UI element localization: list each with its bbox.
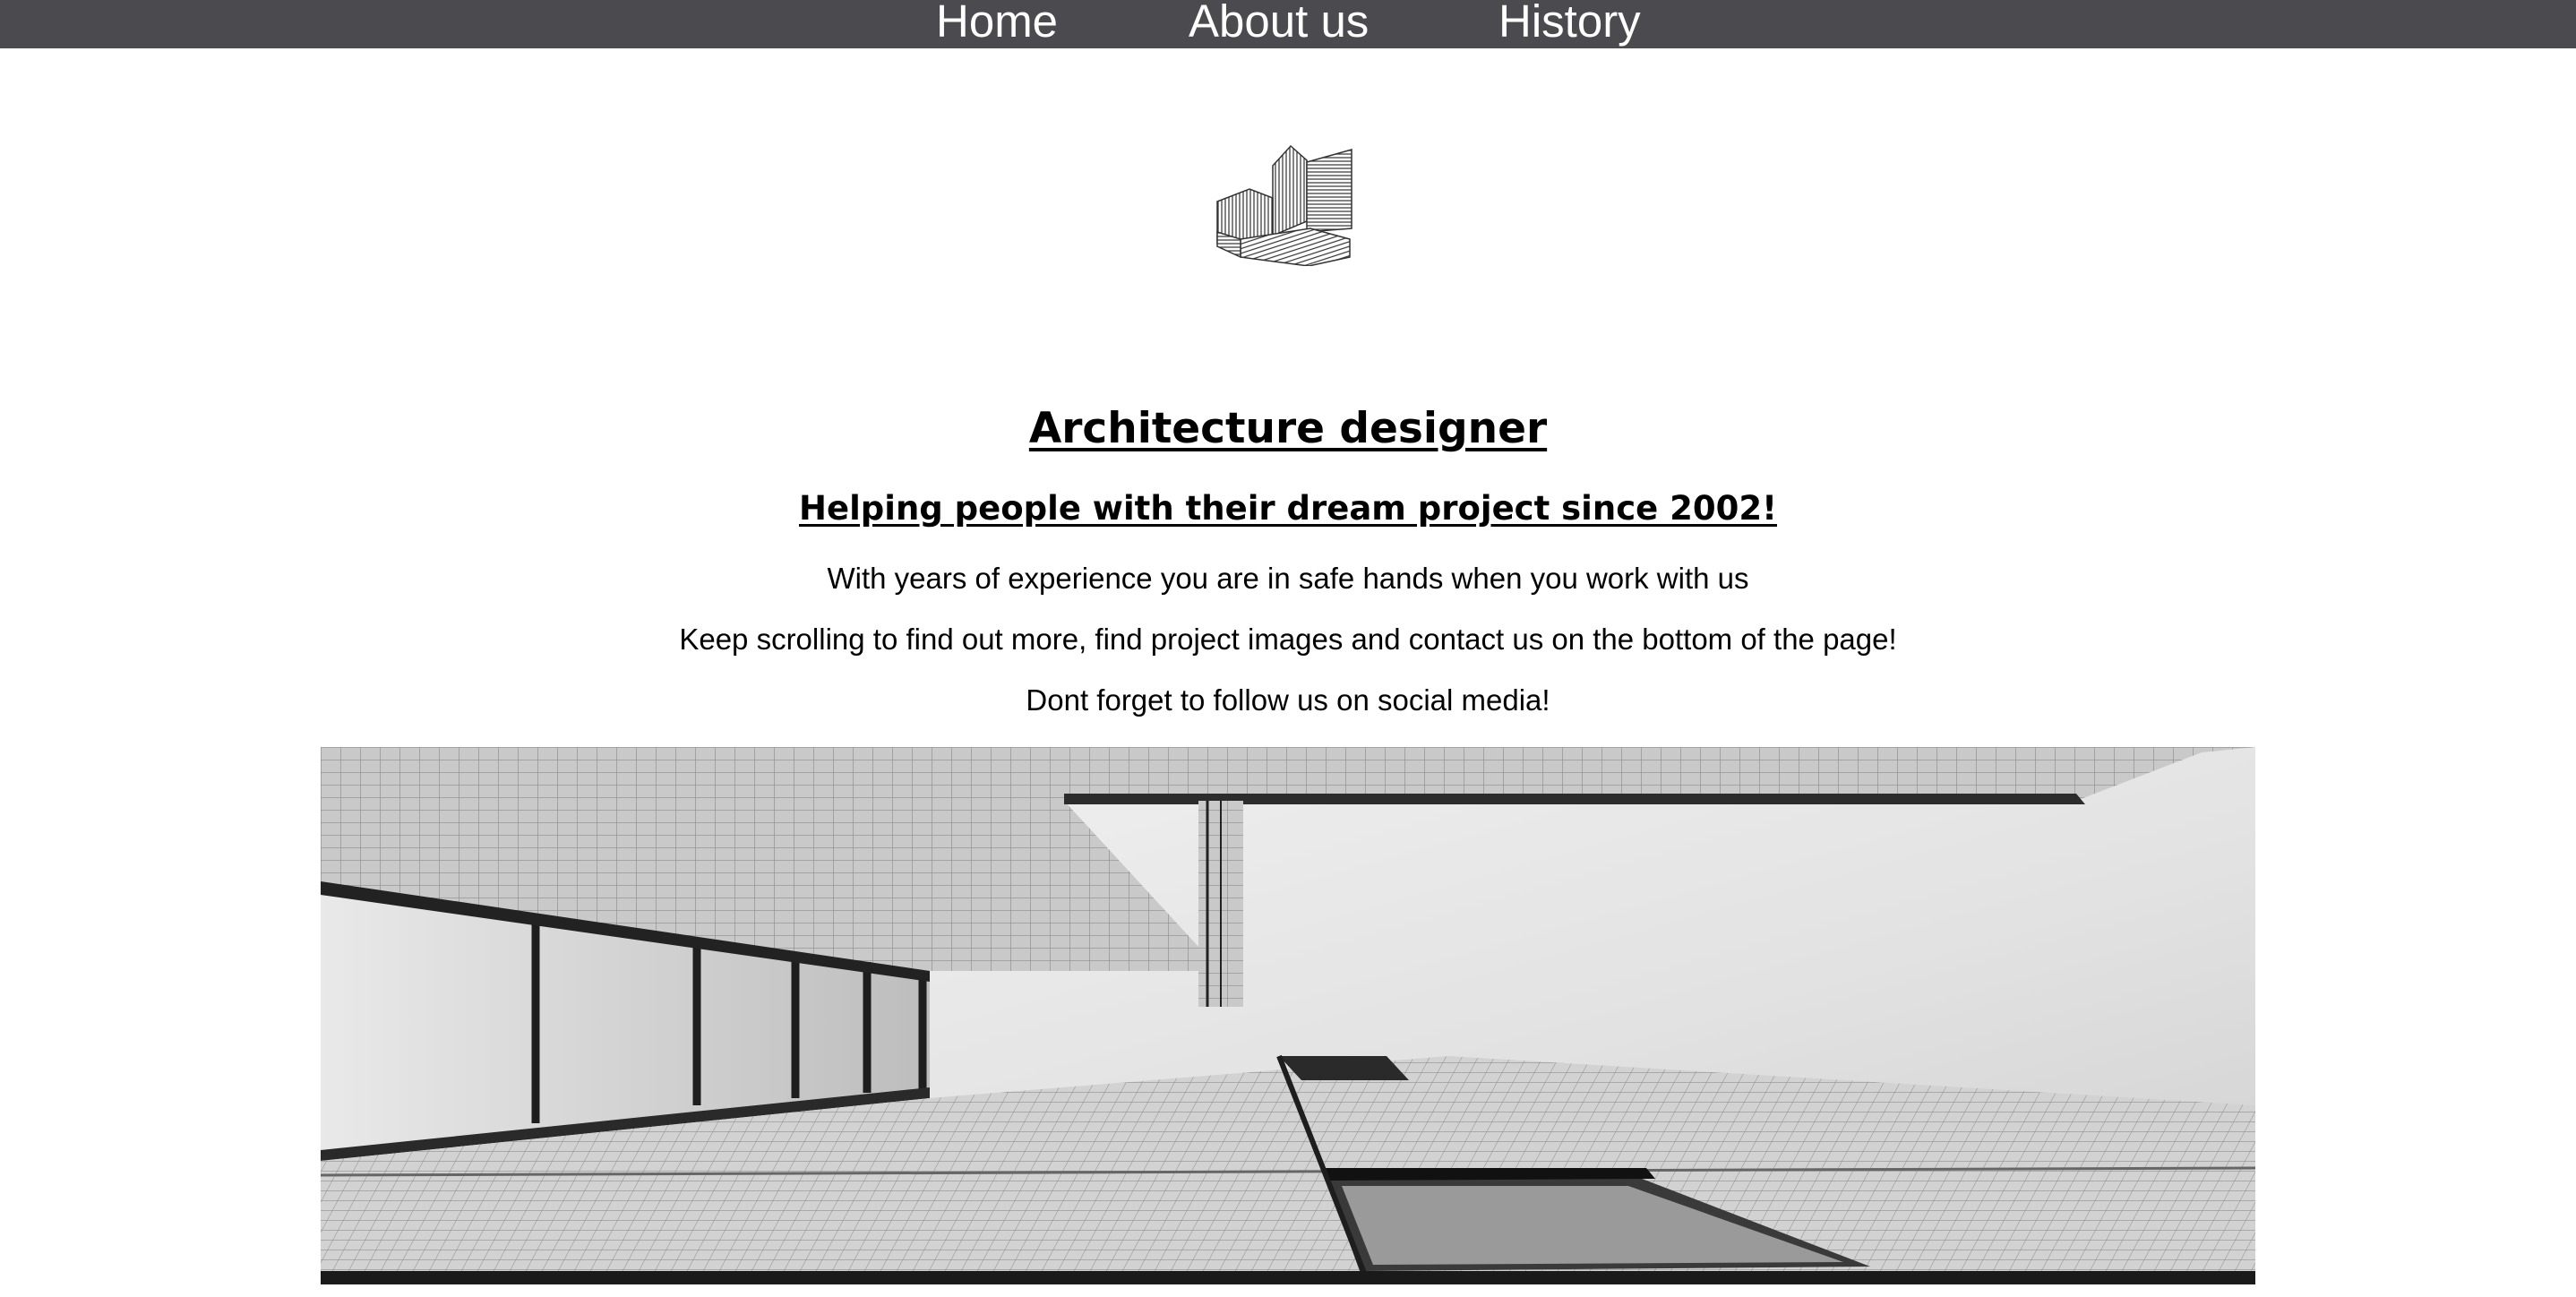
intro-paragraph-experience: With years of experience you are in safe… <box>827 562 1749 595</box>
striped-building-logo-icon <box>1214 139 1357 267</box>
page-title: Architecture designer <box>1028 404 1548 453</box>
intro-paragraph-social: Dont forget to follow us on social media… <box>1026 683 1550 717</box>
intro-paragraph-scroll: Keep scrolling to find out more, find pr… <box>679 623 1897 656</box>
nav-link-about-us[interactable]: About us <box>1189 0 1369 48</box>
page-subtitle: Helping people with their dream project … <box>799 489 1777 528</box>
nav-link-home[interactable]: Home <box>936 0 1058 48</box>
top-navbar: Home About us History <box>0 0 2576 48</box>
building-photo-icon <box>321 747 2255 1284</box>
nav-link-history[interactable]: History <box>1498 0 1641 48</box>
